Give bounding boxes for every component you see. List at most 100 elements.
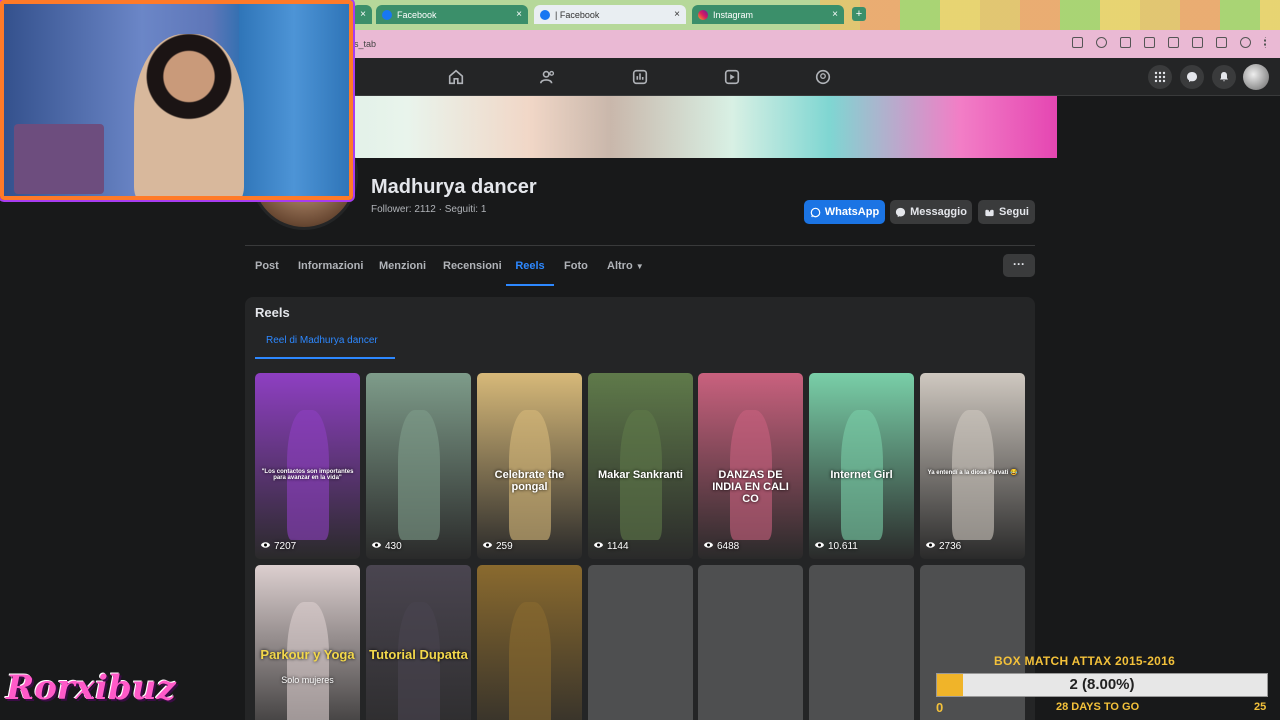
eye-icon (371, 541, 382, 552)
tab-strip-theme-pattern (820, 0, 1280, 30)
cover-photo[interactable] (245, 96, 1057, 158)
reel-placeholder (588, 565, 693, 720)
url-text[interactable]: ls_tab (352, 30, 376, 58)
reel-views-value: 6488 (717, 541, 740, 552)
reel-tile[interactable]: Tutorial Dupatta (366, 565, 471, 720)
reel-caption: Tutorial Dupatta (369, 647, 468, 662)
reel-tile[interactable]: Makar Sankranti 1144 (588, 373, 693, 559)
video-icon[interactable] (723, 68, 741, 86)
box-progress-bar: 2 (8.00%) (936, 673, 1268, 697)
tab-reels[interactable]: Reels (506, 246, 554, 286)
friends-icon[interactable] (539, 68, 557, 86)
groups-icon[interactable] (814, 68, 832, 86)
whatsapp-button[interactable]: WhatsApp (804, 200, 885, 224)
profile-stats[interactable]: Follower: 2112 · Seguiti: 1 (371, 204, 486, 215)
new-tab-button[interactable]: + (852, 7, 866, 21)
translate-icon[interactable] (1120, 37, 1131, 48)
facebook-icon (382, 9, 392, 20)
reel-tile[interactable]: Internet Girl 10.611 (809, 373, 914, 559)
profile-icon[interactable] (1240, 37, 1251, 48)
browser-tab-instagram[interactable]: Instagram × (692, 5, 844, 24)
box-progress-max: 25 (1254, 701, 1267, 713)
extension-icon[interactable] (1192, 37, 1203, 48)
eye-icon (814, 541, 825, 552)
install-icon[interactable] (1072, 37, 1083, 48)
follow-icon (985, 207, 994, 216)
reel-tile[interactable]: Celebrate the pongal 259 (477, 373, 582, 559)
close-icon[interactable]: × (832, 9, 838, 20)
tab-foto[interactable]: Foto (564, 246, 588, 286)
box-progress-days-left: 28 DAYS TO GO (1056, 701, 1140, 713)
facebook-icon (540, 9, 550, 20)
reel-tile[interactable] (477, 565, 582, 720)
reel-view-count: 7207 (260, 541, 296, 552)
reel-tile[interactable]: 430 (366, 373, 471, 559)
more-options-button[interactable]: ··· (1003, 254, 1035, 277)
close-icon[interactable]: × (516, 9, 522, 20)
whatsapp-icon (810, 207, 821, 217)
menu-grid-icon[interactable] (1148, 65, 1172, 89)
box-progress-title: BOX MATCH ATTAX 2015-2016 (994, 654, 1176, 668)
reel-tile[interactable]: "Los contactos son importantes para avan… (255, 373, 360, 559)
follow-button[interactable]: Segui (978, 200, 1035, 224)
reel-tile[interactable]: DANZAS DE INDIA EN CALI CO 6488 (698, 373, 803, 559)
reel-caption: Parkour y Yoga (260, 647, 355, 662)
reel-subcaption: Solo mujeres (281, 675, 334, 685)
close-icon[interactable]: × (674, 9, 680, 20)
screen: × Facebook × | Facebook × Instagram × + … (0, 0, 1280, 720)
whatsapp-button-label: WhatsApp (824, 206, 880, 218)
close-icon[interactable]: × (360, 9, 366, 20)
webcam-streamer (134, 34, 244, 196)
reel-views-value: 10.611 (828, 541, 858, 552)
reel-view-count: 6488 (703, 541, 739, 552)
browser-tab-facebook[interactable]: Facebook × (376, 5, 528, 24)
tab-menzioni[interactable]: Menzioni (379, 246, 426, 286)
reel-thumbnail-figure (508, 602, 551, 720)
home-icon[interactable] (447, 68, 465, 86)
settings-icon[interactable] (1216, 37, 1227, 48)
reel-view-count: 1144 (593, 541, 629, 552)
sidepanel-icon[interactable] (1168, 37, 1179, 48)
menu-icon[interactable] (1264, 37, 1268, 48)
box-progress-min: 0 (936, 700, 944, 715)
eye-icon (482, 541, 493, 552)
reel-view-count: 430 (371, 541, 402, 552)
reel-caption: DANZAS DE INDIA EN CALI CO (712, 469, 789, 505)
reel-tile[interactable]: Ya entendí a la diosa Parvati 😂 2736 (920, 373, 1025, 559)
dashboard-icon[interactable] (631, 68, 649, 86)
messenger-icon[interactable] (1180, 65, 1204, 89)
streamer-brand-logo: Rorxibuz (6, 668, 176, 708)
tab-altro[interactable]: Altro ▼ (607, 246, 644, 286)
tab-post[interactable]: Post (255, 246, 279, 286)
reel-caption: Internet Girl (830, 469, 893, 481)
message-button-label: Messaggio (910, 206, 967, 218)
reel-views-value: 1144 (607, 541, 629, 552)
browser-tab-facebook-active[interactable]: | Facebook × (534, 5, 686, 24)
eye-icon (593, 541, 604, 552)
reel-caption: Celebrate the pongal (494, 469, 565, 493)
reel-caption: Makar Sankranti (598, 469, 683, 481)
link-icon[interactable] (1144, 37, 1155, 48)
profile-name: Madhurya dancer (371, 176, 537, 198)
notifications-bell-icon[interactable] (1212, 65, 1236, 89)
tab-altro-label: Altro (607, 260, 633, 272)
reel-view-count: 10.611 (814, 541, 858, 552)
reels-subtab[interactable]: Reel di Madhurya dancer (255, 329, 395, 359)
tab-recensioni[interactable]: Recensioni (443, 246, 502, 286)
reel-caption: "Los contactos son importantes para avan… (261, 469, 354, 481)
reel-thumbnail-figure (397, 410, 440, 541)
reel-tile[interactable]: Parkour y Yoga Solo mujeres (255, 565, 360, 720)
box-progress-text: 2 (8.00%) (1069, 676, 1135, 693)
account-avatar[interactable] (1243, 64, 1269, 90)
follow-button-label: Segui (999, 206, 1029, 218)
star-icon[interactable] (1096, 37, 1107, 48)
tab-title: | Facebook (555, 9, 600, 20)
instagram-icon (698, 9, 708, 20)
message-button[interactable]: Messaggio (890, 200, 972, 224)
reel-caption: Ya entendí a la diosa Parvati 😂 (927, 470, 1018, 476)
messenger-icon (895, 207, 906, 217)
browser-tab-partial[interactable]: × (352, 5, 372, 24)
webcam-shelf (14, 124, 104, 194)
tab-informazioni[interactable]: Informazioni (298, 246, 363, 286)
reel-views-value: 7207 (274, 541, 297, 552)
